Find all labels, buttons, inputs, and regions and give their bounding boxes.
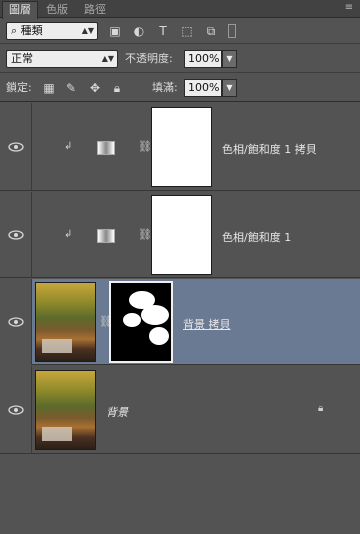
layer-mask-thumbnail[interactable] — [109, 281, 173, 363]
layer-visibility-toggle[interactable] — [0, 279, 32, 365]
blend-mode-dropdown[interactable]: 正常 ▲▼ — [6, 50, 118, 68]
layer-mask-thumbnail[interactable] — [151, 107, 212, 187]
hue-saturation-adjustment-icon — [97, 141, 115, 155]
hue-saturation-adjustment-icon — [97, 229, 115, 243]
layer-visibility-toggle[interactable] — [0, 366, 32, 454]
layer-mask-thumbnail[interactable] — [151, 195, 212, 275]
layer-name[interactable]: 色相/飽和度 1 拷貝 — [222, 141, 317, 157]
layer-image-thumbnail[interactable] — [35, 370, 96, 450]
lock-all-icon[interactable]: 🔒︎ — [110, 81, 124, 95]
filter-kind-dropdown[interactable]: ⌕ 種類 ▲▼ — [6, 22, 98, 40]
layer-name[interactable]: 色相/飽和度 1 — [222, 229, 291, 245]
blend-mode-value: 正常 — [11, 52, 33, 65]
eye-icon — [8, 405, 24, 415]
opacity-slider-button[interactable]: ▼ — [222, 50, 237, 68]
fill-slider-button[interactable]: ▼ — [222, 79, 237, 97]
chevron-down-icon: ▲▼ — [101, 54, 114, 63]
filter-kind-label: 種類 — [20, 24, 43, 37]
mask-link-icon[interactable]: ⛓ — [138, 140, 152, 154]
lock-transparent-pixels-icon[interactable]: ▦ — [42, 81, 56, 95]
layer-visibility-toggle[interactable] — [0, 103, 32, 191]
tab-layers[interactable]: 圖層 — [2, 1, 38, 19]
smart-object-filter-icon[interactable]: ⧉ — [204, 24, 218, 38]
clipping-arrow-icon: ↲ — [64, 141, 73, 152]
mask-link-icon[interactable]: ⛓ — [99, 315, 113, 329]
layer-row-selected[interactable]: ⛓ 背景 拷貝 — [0, 279, 360, 365]
opacity-input[interactable]: 100% — [184, 50, 222, 68]
lock-row: 鎖定: ▦ ✎ ✥ 🔒︎ 填滿: 100% ▼ — [0, 74, 360, 102]
shape-layer-filter-icon[interactable]: ⬚ — [180, 24, 194, 38]
fill-input[interactable]: 100% — [184, 79, 222, 97]
pixel-layer-filter-icon[interactable]: ▣ — [108, 24, 122, 38]
adjustment-layer-filter-icon[interactable]: ◐ — [132, 24, 146, 38]
layer-visibility-toggle[interactable] — [0, 192, 32, 278]
fill-label: 填滿: — [152, 81, 178, 94]
search-icon: ⌕ — [11, 24, 21, 37]
layer-name[interactable]: 背景 — [106, 404, 128, 420]
layer-row[interactable]: 背景 🔒︎ — [0, 366, 360, 454]
layer-image-thumbnail[interactable] — [35, 282, 96, 362]
panel-tab-bar: 圖層 色版 路徑 ≡ — [0, 0, 360, 19]
layer-row[interactable]: ↲ ⛓ 色相/飽和度 1 — [0, 192, 360, 278]
mask-link-icon[interactable]: ⛓ — [138, 228, 152, 242]
chevron-down-icon: ▲▼ — [81, 26, 94, 35]
eye-icon — [8, 230, 24, 240]
lock-label: 鎖定: — [6, 81, 32, 94]
layers-panel-empty-area — [0, 455, 360, 534]
filter-row: ⌕ 種類 ▲▼ ▣ ◐ T ⬚ ⧉ — [0, 18, 360, 44]
lock-position-icon[interactable]: ✥ — [88, 81, 102, 95]
eye-icon — [8, 317, 24, 327]
tab-paths[interactable]: 路徑 — [78, 2, 112, 18]
tab-channels[interactable]: 色版 — [40, 2, 74, 18]
filter-toggle-switch[interactable] — [228, 24, 236, 38]
layer-row[interactable]: ↲ ⛓ 色相/飽和度 1 拷貝 — [0, 103, 360, 191]
lock-icon: 🔒︎ — [318, 403, 324, 414]
layer-name[interactable]: 背景 拷貝 — [183, 316, 231, 332]
opacity-label: 不透明度: — [125, 52, 173, 65]
eye-icon — [8, 142, 24, 152]
type-layer-filter-icon[interactable]: T — [156, 24, 170, 38]
clipping-arrow-icon: ↲ — [64, 229, 73, 240]
lock-image-pixels-icon[interactable]: ✎ — [64, 81, 78, 95]
panel-menu-icon[interactable]: ≡ — [342, 2, 356, 14]
blend-row: 正常 ▲▼ 不透明度: 100% ▼ — [0, 45, 360, 73]
